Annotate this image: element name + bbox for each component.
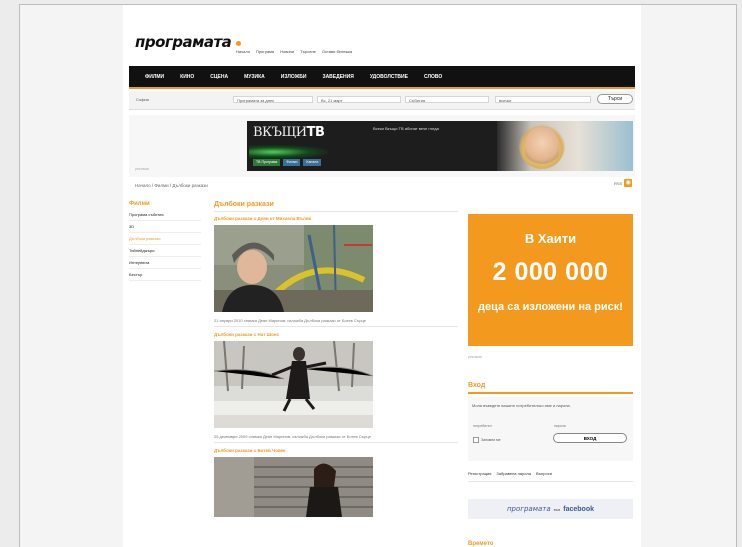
article-divider [214,442,458,443]
banner-button[interactable]: Филми [283,159,301,166]
toplink[interactable]: Новини [280,49,294,54]
banner-buttons: ТВ Програма Филми Канали [253,159,322,166]
faq-link[interactable]: Въпроси [536,471,552,476]
article-caption: 21 януари 2010 снимка Деян Маринов, изло… [214,318,366,323]
toplink[interactable]: Програма [256,49,274,54]
banner-logo-a: ВКЪЩИ [253,125,307,140]
breadcrumb[interactable]: Начало / Филми / Дълбоки разкази [135,183,208,188]
logo-dot-icon [236,41,241,46]
article-title[interactable]: Дълбоки разкази с Нат Шонс [214,332,458,337]
sidebar-item[interactable]: 3D [129,221,201,233]
ad-banner[interactable]: ВКЪЩИТВ Всеки Вкъщи ТВ абонат вече гледа… [247,121,633,171]
article-photo[interactable] [214,341,373,428]
banner-photo-face [525,127,559,167]
nav-item-films[interactable]: Филми [137,74,172,80]
rss-link[interactable]: RSS ◉ [614,179,633,187]
ad-number: 2 000 000 [492,258,609,286]
article-photo[interactable] [214,457,373,517]
remember-label: Запомни ме [481,438,501,442]
toplink[interactable]: Начало [236,49,250,54]
facebook-icon: facebook [563,505,594,513]
toplink[interactable]: Търсене [300,49,316,54]
sidebar-item-active[interactable]: Дълбоки разкази [129,233,201,245]
article-caption: 25 декември 2009 снимка Деян Маринов, из… [214,434,371,439]
banner-button[interactable]: Канали [303,159,322,166]
facebook-box[interactable]: програмата във facebook [468,499,633,519]
banner-text: Всеки Вкъщи ТВ абонат вече гледа [373,126,439,131]
banner-glow [249,145,329,159]
login-hint: Моля въведете вашите потребителско име и… [472,403,571,408]
article-title[interactable]: Дълбоки разкази с Ботев Човек [214,448,458,453]
remember-me[interactable]: Запомни ме [473,437,501,443]
login-links: Регистрация Забравена парола Въпроси [468,471,633,482]
username-field[interactable]: потребител [473,424,492,428]
date-select[interactable]: Вс, 21 март [317,96,401,103]
search-button[interactable]: Търси [597,94,633,104]
nav-accent-line [129,87,635,89]
main-content: Дълбоки разкази Дълбоки разкази с Деян о… [214,201,458,517]
sidebar-item[interactable]: Бестър [129,269,201,281]
nav-item-pleasure[interactable]: Удоволствие [362,74,416,80]
fb-prog: програмата [506,505,551,513]
ad-label: реклама [468,355,482,359]
photo-girl-playground [214,225,373,312]
sidebar: Филми Програма събития 3D Дълбоки разказ… [129,201,201,281]
register-link[interactable]: Регистрация [468,471,491,476]
remember-checkbox[interactable] [473,437,479,443]
top-links: Начало Програма Новини Търсене Остави бе… [236,49,352,54]
banner-logo-b: ТВ [306,125,325,140]
banner-photo [497,121,633,171]
main-nav: Филми Кино Сцена Музика Изложби Заведени… [129,66,635,87]
city-select[interactable]: София [133,96,229,103]
nav-item-venues[interactable]: Заведения [314,74,361,80]
forgot-password-link[interactable]: Забравена парола [496,471,531,476]
banner-button[interactable]: ТВ Програма [253,159,281,166]
nav-item-exhibitions[interactable]: Изложби [273,74,315,80]
nav-item-music[interactable]: Музика [236,74,273,80]
banner-logo: ВКЪЩИТВ [253,125,325,140]
sidebar-item[interactable]: Интервюта [129,257,201,269]
site-logo[interactable]: програмата [135,33,232,51]
login-form: Моля въведете вашите потребителско име и… [468,397,633,461]
left-margin [20,5,123,547]
nav-item-word[interactable]: Слово [416,74,450,80]
haiti-ad[interactable]: В Хаити 2 000 000 деца са изложени на ри… [468,214,633,346]
sidebar-title: Филми [129,201,150,207]
login-title: Вход [468,382,633,394]
ad-line3: деца са изложени на риск! [478,301,623,313]
banner-label: реклама [135,167,149,171]
article-photo[interactable] [214,225,373,312]
rss-label: RSS [614,180,623,186]
genre-select[interactable]: всички [495,96,591,103]
section-title: Дълбоки разкази [214,201,458,212]
filter-bar: София Програмата за днес Вс, 21 март Съб… [129,91,635,110]
sort-select[interactable]: Събития [405,96,489,103]
sidebar-item[interactable]: Програма събития [129,209,201,221]
nav-item-stage[interactable]: Сцена [202,74,236,80]
ad-line1: В Хаити [524,231,577,246]
toplink[interactable]: Остави бележка [322,49,352,54]
weather-title: Времето [468,541,494,547]
fb-in: във [553,506,561,512]
sidebar-item[interactable]: Тийнейджъри [129,245,201,257]
article-divider [214,326,458,327]
password-field[interactable]: парола [554,424,566,428]
site-page: програмата Начало Програма Новини Търсен… [123,5,641,547]
nav-item-cinema[interactable]: Кино [172,74,202,80]
right-margin [641,5,736,547]
photo-snow-jump [214,341,373,428]
article-title[interactable]: Дълбоки разкази с Деян от Михаела Вълев [214,216,458,221]
login-button[interactable]: ВХОД [553,433,627,443]
rss-icon: ◉ [624,179,633,187]
photo-stairs [214,457,373,517]
program-select[interactable]: Програмата за днес [233,96,313,103]
